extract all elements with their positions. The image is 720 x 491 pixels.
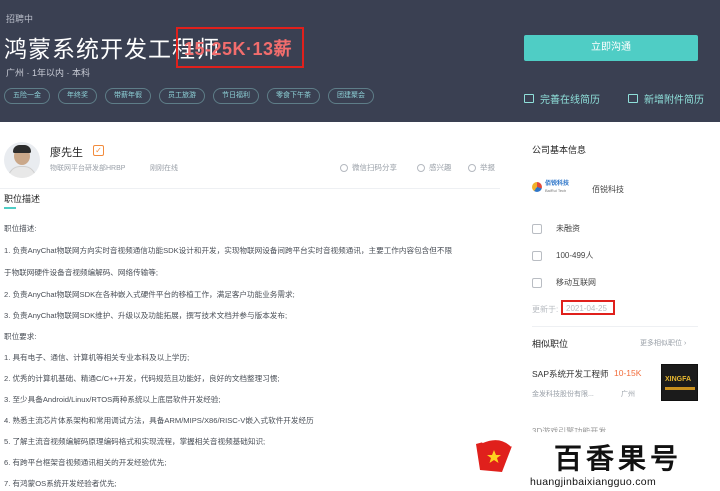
benefit-tag: 五险一金	[4, 88, 50, 104]
complete-resume-link[interactable]: 完善在线简历	[524, 91, 600, 106]
share-wechat-button[interactable]: 微信扫码分享	[340, 162, 397, 173]
industry-icon	[532, 277, 542, 288]
description-line: 5. 了解主流音视频编解码原理编码格式和实现流程，掌握相关音视频基础知识;	[4, 437, 266, 446]
company-funding: 未融资	[532, 223, 580, 234]
funding-icon	[532, 223, 542, 234]
company-info-title: 公司基本信息	[532, 145, 587, 155]
description-line: 4. 熟悉主流芯片体系架构和常用调试方法，具备ARM/MIPS/X86/RISC…	[4, 416, 314, 425]
job-salary: 15-25K·13薪	[184, 39, 293, 59]
resume-icon	[524, 94, 534, 103]
description-line: 2. 优秀的计算机基础、精通C/C++开发，代码规范且功能好，良好的文档整理习惯…	[4, 374, 280, 383]
description-line: 1. 具有电子、通信、计算机等相关专业本科及以上学历;	[4, 353, 190, 362]
watermark: 百香果号 huangjinbaixiangguo.com	[466, 432, 720, 491]
benefit-tags: 五险一金 年终奖 带薪年假 员工旅游 节日福利 零食下午茶 团建聚会	[4, 88, 374, 104]
interested-label: 感兴趣	[429, 163, 452, 172]
divider	[532, 326, 698, 327]
watermark-emblem-icon	[476, 437, 513, 472]
recruiter-name: 廖先生	[50, 147, 83, 159]
description-line: 职位要求:	[4, 332, 37, 341]
company-logo[interactable]: 佰锐科技 BaiRui Tech	[532, 181, 569, 193]
recruiter-avatar	[4, 142, 40, 178]
add-attachment-label: 新增附件简历	[644, 95, 704, 106]
similar-company-logo[interactable]: XINGFA	[661, 364, 698, 401]
recruiter-online-status: 刚刚在线	[150, 165, 178, 172]
company-funding-value: 未融资	[556, 224, 580, 233]
description-line: 于物联网硬件设备音视频编解码、网络传输等;	[4, 268, 158, 277]
description-line: 职位描述:	[4, 224, 37, 233]
updated-date: 2021-04-25	[566, 304, 607, 313]
benefit-tag: 带薪年假	[105, 88, 151, 104]
description-line: 1. 负责AnyChat物联网方向实时音视频通信功能SDK设计和开发，实现物联网…	[4, 246, 453, 255]
job-status: 招聘中	[6, 14, 34, 24]
report-label: 举报	[480, 163, 495, 172]
company-logo-subtext: BaiRui Tech	[545, 188, 567, 193]
company-size-value: 100-499人	[556, 251, 594, 260]
description-line: 3. 负责AnyChat物联网SDK维护、升级以及功能拓展，撰写技术文档并参与版…	[4, 311, 288, 320]
company-industry: 移动互联网	[532, 277, 596, 288]
description-line: 6. 有跨平台框架音视频通讯相关的开发经验优先;	[4, 458, 167, 467]
add-attachment-link[interactable]: 新增附件简历	[628, 91, 704, 106]
share-label: 微信扫码分享	[352, 163, 397, 172]
benefit-tag: 团建聚会	[328, 88, 374, 104]
report-button[interactable]: 举报	[468, 162, 495, 173]
divider	[0, 188, 500, 189]
similar-job-company: 金发科技股份有限...	[532, 391, 594, 398]
benefit-tag: 年终奖	[58, 88, 97, 104]
apply-chat-button[interactable]: 立即沟通	[524, 35, 698, 61]
company-size: 100-499人	[532, 250, 593, 261]
people-icon	[532, 250, 542, 261]
description-title: 职位描述	[4, 194, 41, 204]
recruiter-role: 物联网平台研发部HRBP	[50, 165, 126, 172]
updated-label: 更新于:	[532, 305, 559, 314]
description-line: 3. 至少具备Android/Linux/RTOS两种系统以上底层软件开发经验;	[4, 395, 221, 404]
benefit-tag: 员工旅游	[159, 88, 205, 104]
description-line: 2. 负责AnyChat物联网SDK在各种嵌入式硬件平台的移植工作，满足客户功能…	[4, 290, 295, 299]
watermark-url: huangjinbaixiangguo.com	[530, 476, 656, 488]
description-line: 7. 有鸿蒙OS系统开发经验者优先;	[4, 479, 117, 488]
interested-button[interactable]: 感兴趣	[417, 162, 452, 173]
company-logo-text: 佰锐科技	[545, 181, 570, 187]
report-icon	[468, 163, 476, 172]
watermark-brand: 百香果号	[554, 443, 683, 474]
company-name[interactable]: 佰锐科技	[592, 184, 624, 195]
complete-resume-label: 完善在线简历	[540, 95, 600, 106]
company-industry-value: 移动互联网	[556, 278, 596, 287]
similar-job-salary: 10-15K	[614, 368, 642, 378]
job-meta: 广州 · 1年以内 · 本科	[6, 68, 91, 78]
similar-job-title[interactable]: SAP系统开发工程师	[532, 368, 609, 380]
benefit-tag: 零食下午茶	[267, 88, 320, 104]
benefit-tag: 节日福利	[213, 88, 259, 104]
attachment-icon	[628, 94, 638, 103]
similar-job-location: 广州	[621, 391, 635, 398]
share-icon	[340, 163, 348, 172]
verified-icon: ✓	[93, 145, 104, 156]
more-similar-link[interactable]: 更多相似职位 ›	[640, 338, 686, 348]
similar-jobs-title: 相似职位	[532, 339, 569, 349]
company-logo-icon	[532, 182, 542, 192]
section-underline	[4, 207, 16, 209]
heart-icon	[417, 163, 425, 172]
